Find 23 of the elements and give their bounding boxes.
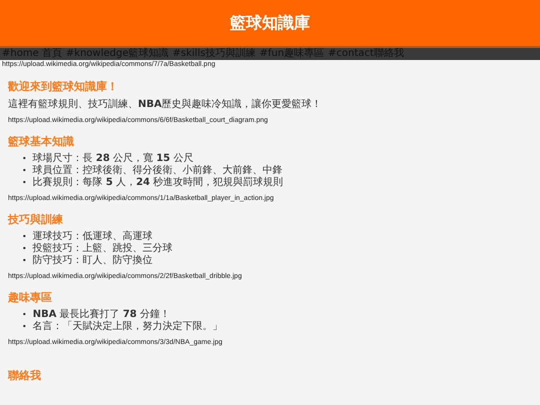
intro-paragraph: 這裡有籃球規則、技巧訓練、NBA歷史與趣味冷知識，讓你更愛籃球！ — [8, 98, 323, 111]
list-item: 球員位置：控球後衛、得分後衛、小前鋒、大前鋒、中鋒 — [32, 165, 283, 176]
bullet-mark: • — [22, 177, 27, 189]
section-heading: 歡迎來到籃球知識庫！ — [8, 79, 119, 94]
bullet-mark: • — [22, 231, 27, 243]
section-heading: 籃球基本知識 — [8, 134, 75, 149]
section-heading: 技巧與訓練 — [8, 212, 64, 227]
list-item: 名言：「天賦決定上限，努力決定下限。」 — [32, 321, 223, 333]
section-heading: 趣味專區 — [8, 290, 53, 305]
section-heading: 聯絡我 — [8, 368, 42, 383]
list-item: 運球技巧：低運球、高運球 — [32, 231, 153, 242]
site-title: 籃球知識庫 — [230, 12, 310, 34]
list-item: 投籃技巧：上籃、跳投、三分球 — [32, 243, 173, 254]
bullet-mark: • — [22, 165, 27, 177]
list-item: 防守技巧：盯人、防守換位 — [32, 255, 153, 267]
bullet-mark: • — [22, 321, 27, 333]
bullet-mark: • — [22, 255, 27, 267]
list-item: NBA 最長比賽打了 78 分鐘！ — [32, 309, 170, 320]
list-item: 比賽規則：每隊 5 人，24 秒進攻時間，犯規與罰球規則 — [32, 177, 284, 189]
bullet-mark: • — [22, 153, 27, 165]
bullet-mark: • — [22, 309, 27, 321]
list-item: 球場尺寸：長 28 公尺，寬 15 公尺 — [32, 153, 194, 164]
bullet-mark: • — [22, 243, 27, 255]
